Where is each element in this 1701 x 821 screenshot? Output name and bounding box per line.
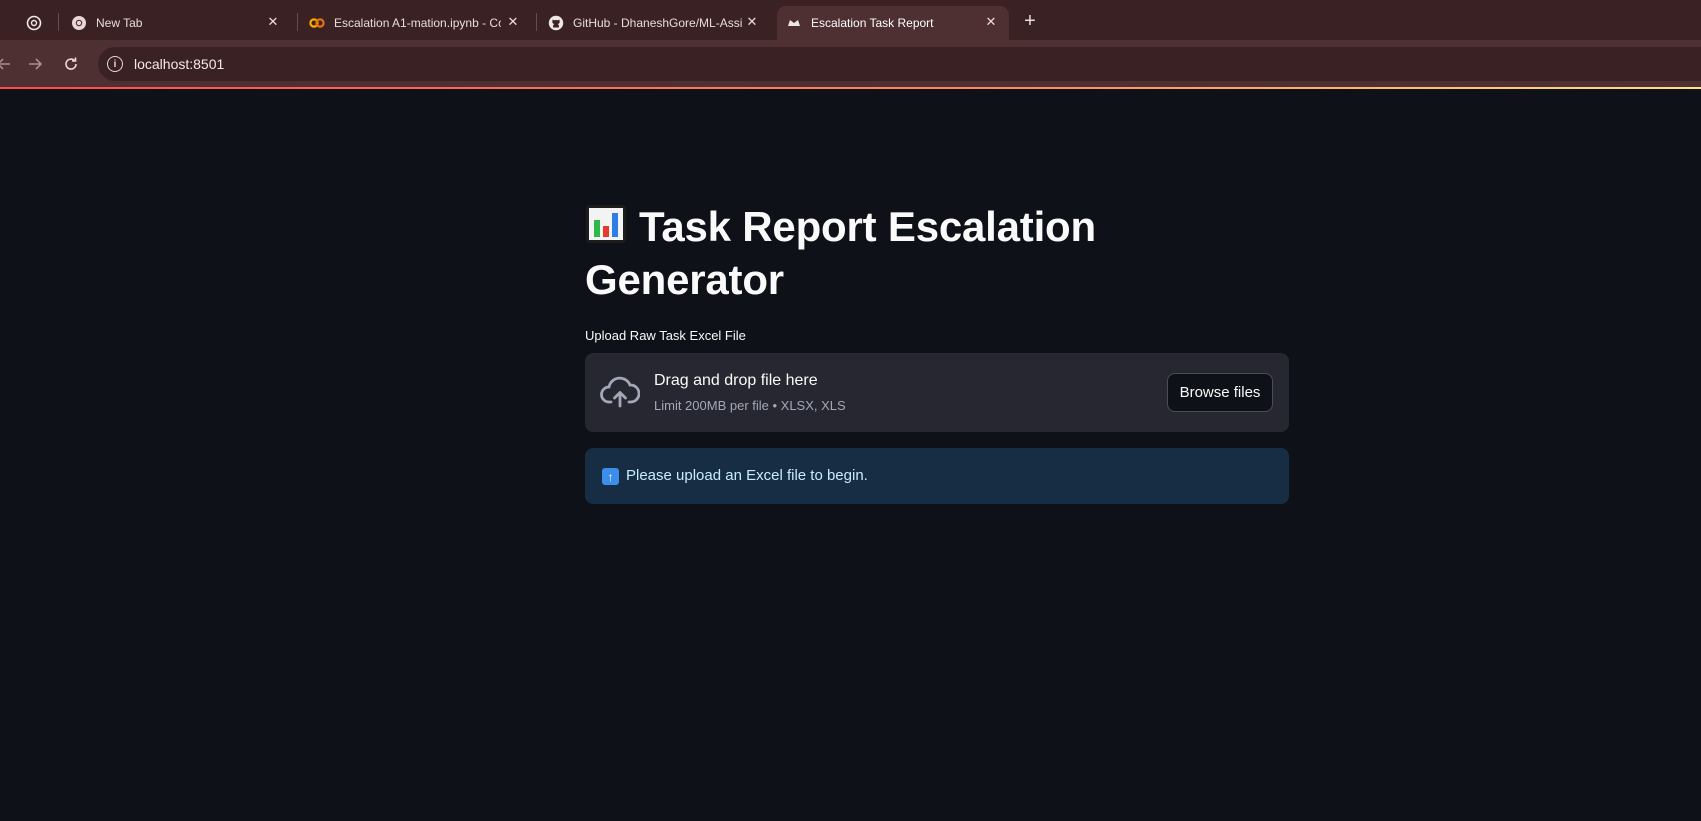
info-alert: ↑ Please upload an Excel file to begin. — [585, 448, 1289, 504]
tab-label: Escalation A1-mation.ipynb - Co — [334, 16, 501, 30]
tab-openai[interactable] — [26, 6, 50, 40]
chrome-icon — [71, 15, 87, 31]
tab-label: Escalation Task Report — [811, 16, 934, 30]
colab-icon — [309, 15, 325, 31]
tab-separator — [536, 13, 537, 31]
streamlit-app: Task Report Escalation Generator Upload … — [0, 89, 1701, 821]
tab-new-tab[interactable]: New Tab ✕ — [71, 6, 291, 40]
new-tab-button[interactable]: + — [1018, 9, 1042, 33]
tab-scroll-left[interactable] — [0, 6, 8, 40]
title-line-1: Task Report Escalation — [639, 203, 1096, 250]
tab-github[interactable]: GitHub - DhaneshGore/ML-Assi ✕ — [548, 6, 770, 40]
tab-escalation-task-report[interactable]: Escalation Task Report ✕ — [777, 6, 1009, 40]
close-icon[interactable]: ✕ — [505, 14, 521, 30]
browser-tab-bar: New Tab ✕ Escalation A1-mation.ipynb - C… — [0, 0, 1701, 40]
tab-colab[interactable]: Escalation A1-mation.ipynb - Co ✕ — [309, 6, 531, 40]
browser-toolbar: i localhost:8501 — [0, 40, 1701, 87]
back-button[interactable] — [0, 52, 16, 76]
drag-drop-text: Drag and drop file here — [654, 372, 818, 389]
back-arrow-icon — [0, 58, 10, 70]
close-icon[interactable]: ✕ — [265, 14, 281, 30]
close-icon[interactable]: ✕ — [744, 14, 760, 30]
upload-limit-text: Limit 200MB per file • XLSX, XLS — [654, 398, 846, 413]
reload-button[interactable] — [59, 52, 83, 76]
close-icon[interactable]: ✕ — [983, 14, 999, 30]
info-message: Please upload an Excel file to begin. — [626, 467, 868, 484]
page-title: Task Report Escalation Generator — [585, 200, 1145, 306]
site-info-icon[interactable]: i — [107, 56, 123, 72]
tab-separator — [58, 13, 59, 31]
uploader-label: Upload Raw Task Excel File — [585, 328, 746, 343]
tab-label: New Tab — [96, 16, 143, 30]
browse-files-button[interactable]: Browse files — [1167, 373, 1273, 412]
bar-chart-icon — [585, 203, 627, 245]
streamlit-icon — [786, 15, 802, 31]
reload-icon — [65, 57, 77, 70]
url-text[interactable]: localhost:8501 — [134, 56, 224, 72]
cloud-upload-icon — [600, 375, 641, 409]
address-bar[interactable]: i localhost:8501 — [98, 47, 1701, 81]
up-arrow-icon: ↑ — [602, 468, 619, 485]
file-dropzone[interactable]: Drag and drop file here Limit 200MB per … — [585, 353, 1289, 432]
title-line-2: Generator — [585, 256, 784, 303]
tab-separator — [297, 13, 298, 31]
forward-arrow-icon — [29, 58, 43, 70]
openai-icon — [26, 15, 42, 31]
tab-label: GitHub - DhaneshGore/ML-Assi — [573, 16, 743, 30]
github-icon — [548, 15, 564, 31]
forward-button[interactable] — [23, 52, 47, 76]
